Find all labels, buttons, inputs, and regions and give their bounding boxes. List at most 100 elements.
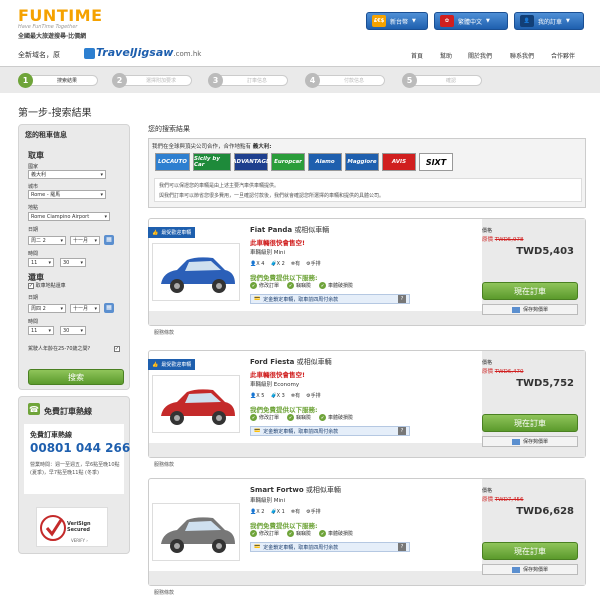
save-quote-button[interactable]: 保存夠價單 bbox=[482, 436, 578, 447]
results-header: 您的搜索結果 bbox=[148, 125, 190, 133]
card-footer bbox=[149, 311, 484, 325]
service-item: 車體破損險 bbox=[319, 282, 353, 289]
hk-flag-icon: ✿ bbox=[440, 15, 454, 27]
original-price-label: 原價 bbox=[482, 237, 494, 243]
calendar-icon[interactable]: ▦ bbox=[104, 235, 114, 245]
step-1: 1 搜索結果 bbox=[18, 73, 98, 88]
currency-button[interactable]: £€$ 新台幣 ▼ bbox=[366, 12, 428, 30]
same-place-label: 取車地點還車 bbox=[35, 283, 66, 289]
location-value: Rome Ciampino Airport bbox=[31, 213, 90, 220]
return-month-select[interactable]: 十一月 ▾ bbox=[70, 304, 100, 313]
save-quote-label: 保存夠價單 bbox=[522, 567, 548, 573]
thumbs-up-icon: 👍 bbox=[152, 361, 159, 368]
nav-contact[interactable]: 聯系我們 bbox=[510, 51, 534, 60]
language-button[interactable]: ✿ 繁體中文 ▼ bbox=[434, 12, 508, 30]
save-quote-button[interactable]: 保存夠價單 bbox=[482, 304, 578, 315]
chevron-down-icon: ▾ bbox=[80, 327, 83, 334]
save-quote-button[interactable]: 保存夠價單 bbox=[482, 564, 578, 575]
seat-count: X 2 bbox=[256, 508, 265, 515]
free-services: 修改訂單 竊竊險 車體破損險 bbox=[250, 530, 353, 537]
return-hour-select[interactable]: 11 ▾ bbox=[28, 326, 54, 335]
seat-count: X 5 bbox=[256, 392, 265, 399]
brand-sicily-by-car: Sicily by Car bbox=[193, 153, 231, 171]
help-icon[interactable]: ? bbox=[398, 427, 406, 435]
free-services-title: 我們免費提供以下服務: bbox=[250, 274, 318, 282]
service-item: 車體破損險 bbox=[319, 530, 353, 537]
terms-link[interactable]: 服務條款 bbox=[154, 461, 174, 468]
pickup-day-select[interactable]: 周二 2 ▾ bbox=[28, 236, 66, 245]
deposit-text: 定金鎖定車輛，取車前四周付余款 bbox=[263, 296, 339, 303]
pickup-time-label: 時間 bbox=[28, 251, 39, 257]
original-price-label: 原價 bbox=[482, 369, 494, 375]
terms-link[interactable]: 服務條款 bbox=[154, 589, 174, 596]
service-item: 修改訂單 bbox=[250, 282, 279, 289]
same-place-row[interactable]: ✓ 取車地點還車 bbox=[28, 282, 66, 289]
calendar-icon[interactable]: ▦ bbox=[104, 303, 114, 313]
bag-count: X 3 bbox=[276, 392, 285, 399]
phone-icon: ☎ bbox=[28, 403, 40, 415]
service-item: 竊竊險 bbox=[287, 530, 311, 537]
pickup-hour-value: 11 bbox=[31, 259, 38, 266]
bag-feature: 🧳X 2 bbox=[270, 261, 284, 267]
seat-feature: 👤X 4 bbox=[250, 261, 264, 267]
step-3: 3 訂車信息 bbox=[208, 73, 288, 88]
deposit-notice: 💳 定金鎖定車輛，取車前四周付余款? bbox=[250, 426, 410, 436]
transmission-value: 手排 bbox=[310, 261, 321, 267]
terms-link[interactable]: 服務條款 bbox=[154, 329, 174, 336]
partners-info-line: 與我們訂車可以節省您很多費用，一旦確認付款後，我們就會確認您所選擇的車輛和提供的… bbox=[159, 193, 385, 199]
car-similar: 或相似車輛 bbox=[296, 358, 332, 366]
my-bookings-button[interactable]: 👤 我的訂車 ▼ bbox=[514, 12, 584, 30]
hotline-number[interactable]: 00801 044 266 bbox=[30, 441, 130, 455]
book-now-button[interactable]: 現在訂車 bbox=[482, 542, 578, 560]
help-icon[interactable]: ? bbox=[398, 295, 406, 303]
seat-feature: 👤X 5 bbox=[250, 393, 264, 399]
book-now-button[interactable]: 現在訂車 bbox=[482, 282, 578, 300]
transmission-value: 手排 bbox=[310, 509, 321, 515]
chevron-down-icon: ▾ bbox=[60, 305, 63, 312]
brand-maggiore: Maggiore bbox=[345, 153, 379, 171]
user-icon: 👤 bbox=[520, 15, 534, 27]
partners-info: 我們可以保證您的車輛是由上述主要汽車供車輛提供。 與我們訂車可以節省您很多費用，… bbox=[154, 178, 582, 202]
price-value: TWD5,403 bbox=[516, 246, 574, 257]
verisign-verify: VERIFY › bbox=[71, 538, 88, 543]
email-icon bbox=[511, 566, 520, 573]
price-value: TWD5,752 bbox=[516, 378, 574, 389]
same-place-checkbox[interactable]: ✓ bbox=[28, 282, 34, 289]
pickup-minute-select[interactable]: 30 ▾ bbox=[60, 258, 86, 267]
nav-about[interactable]: 關於我們 bbox=[468, 51, 492, 60]
nav-home[interactable]: 首頁 bbox=[411, 51, 423, 60]
driver-age-checkbox[interactable]: ✓ bbox=[114, 346, 120, 352]
pickup-month-select[interactable]: 十一月 ▾ bbox=[70, 236, 100, 245]
nav-partners[interactable]: 合作夥伴 bbox=[551, 51, 575, 60]
car-model: Ford Fiesta bbox=[250, 358, 295, 366]
funtime-logo[interactable]: FUNTIME bbox=[18, 6, 103, 25]
car-model: Fiat Panda bbox=[250, 226, 293, 234]
return-day-select[interactable]: 周四 2 ▾ bbox=[28, 304, 66, 313]
sold-out-warning: 此車輛很快會售空! bbox=[250, 239, 305, 247]
help-icon[interactable]: ? bbox=[398, 543, 406, 551]
chevron-down-icon: ▾ bbox=[100, 191, 103, 198]
popular-badge-label: 最受歡迎車輛 bbox=[161, 230, 192, 236]
brand-advantage: ADVANTAGE bbox=[232, 153, 270, 171]
partners-country: 義大利: bbox=[252, 144, 272, 150]
verisign-badge[interactable]: VeriSign Secured VERIFY › bbox=[36, 507, 108, 547]
puzzle-icon bbox=[84, 47, 95, 59]
car-icon bbox=[161, 389, 235, 425]
thumbs-up-icon: 👍 bbox=[152, 229, 159, 236]
step-label: 確認 bbox=[412, 75, 482, 86]
pickup-date-label: 日期 bbox=[28, 227, 39, 233]
search-button[interactable]: 搜索 bbox=[28, 369, 124, 385]
return-time-label: 時間 bbox=[28, 319, 39, 325]
book-now-button[interactable]: 現在訂車 bbox=[482, 414, 578, 432]
nav-help[interactable]: 幫助 bbox=[440, 51, 452, 60]
country-select[interactable]: 義大利 ▾ bbox=[28, 170, 106, 179]
location-select[interactable]: Rome Ciampino Airport ▾ bbox=[28, 212, 110, 221]
step-label: 訂車信息 bbox=[218, 75, 288, 86]
pickup-hour-select[interactable]: 11 ▾ bbox=[28, 258, 54, 267]
car-similar: 或相似車輛 bbox=[305, 486, 341, 494]
traveljigsaw-link[interactable]: TravelJigsaw.com.hk bbox=[84, 46, 201, 59]
return-minute-select[interactable]: 30 ▾ bbox=[60, 326, 86, 335]
original-price-label: 原價 bbox=[482, 497, 494, 503]
free-services: 修改訂單 竊竊險 車體破損險 bbox=[250, 282, 353, 289]
city-select[interactable]: Rome - 羅馬 ▾ bbox=[28, 190, 106, 199]
